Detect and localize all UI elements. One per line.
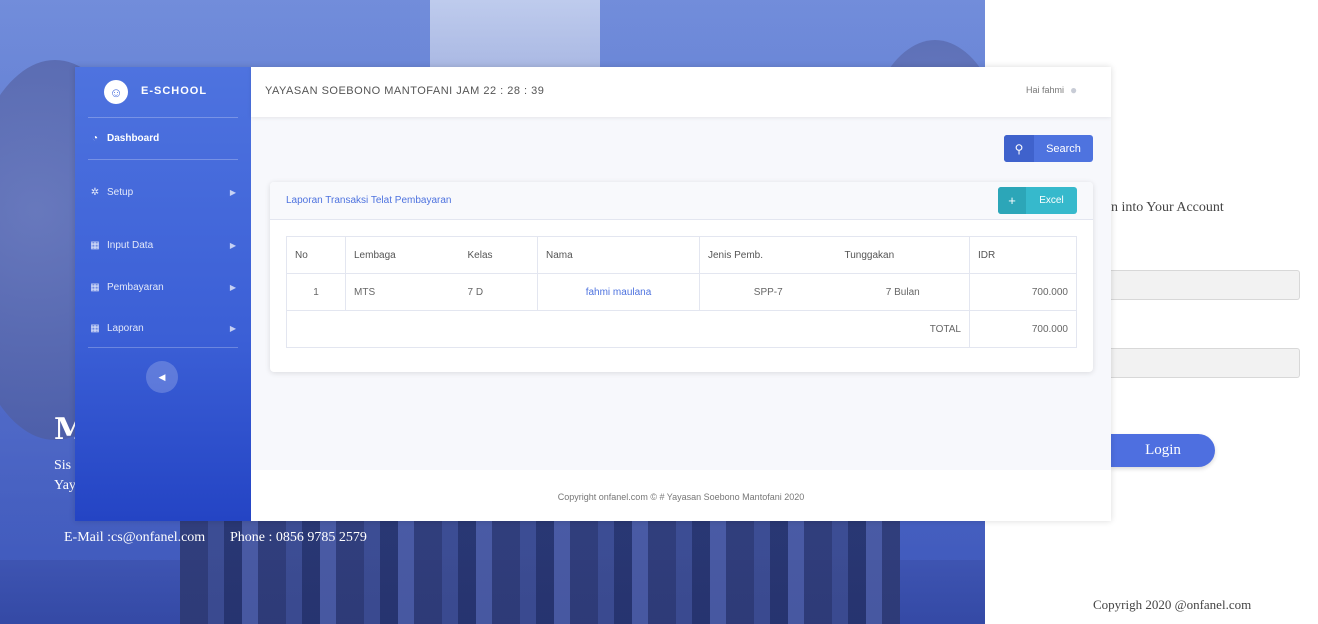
login-subtitle: n into Your Account bbox=[1111, 200, 1224, 215]
sidebar-item-setup[interactable]: ✲ Setup ▶ bbox=[88, 181, 238, 203]
table-total-row: TOTAL 700.000 bbox=[286, 310, 1077, 348]
sidebar-item-pembayaran[interactable]: ▦ Pembayaran ▶ bbox=[88, 276, 238, 298]
topbar: YAYASAN SOEBONO MANTOFANI JAM 22 : 28 : … bbox=[251, 67, 1111, 117]
sidebar-divider bbox=[88, 117, 238, 118]
total-label: TOTAL bbox=[286, 310, 970, 348]
sidebar-item-dashboard[interactable]: ◔ Dashboard bbox=[88, 127, 238, 149]
excel-button-label: Excel bbox=[1039, 195, 1064, 206]
chevron-left-icon: ◀ bbox=[158, 371, 166, 382]
cell-jenis: SPP-7 bbox=[699, 273, 837, 311]
table-row: 1 MTS 7 D fahmi maulana SPP-7 7 Bulan 70… bbox=[286, 273, 1077, 311]
sidebar-divider bbox=[88, 347, 238, 348]
cell-no: 1 bbox=[286, 273, 346, 311]
password-field[interactable] bbox=[1111, 348, 1300, 378]
sidebar-item-label: Input Data bbox=[107, 239, 154, 251]
sidebar-divider bbox=[88, 159, 238, 160]
sidebar-item-label: Pembayaran bbox=[107, 281, 164, 293]
column-header-tunggakan: Tunggakan bbox=[836, 236, 970, 274]
chevron-right-icon: ▶ bbox=[229, 187, 236, 197]
sidebar-item-label: Laporan bbox=[107, 322, 144, 334]
hero-subtitle-2: Yay bbox=[54, 478, 76, 493]
report-card-header: Laporan Transaksi Telat Pembayaran + Exc… bbox=[270, 182, 1093, 220]
column-header-jenis: Jenis Pemb. bbox=[699, 236, 837, 274]
column-header-nama: Nama bbox=[537, 236, 700, 274]
tachometer-icon: ◔ bbox=[91, 132, 99, 144]
cell-tunggakan: 7 Bulan bbox=[836, 273, 970, 311]
sidebar-item-laporan[interactable]: ▦ Laporan ▶ bbox=[88, 317, 238, 339]
plus-icon: + bbox=[998, 187, 1026, 214]
chevron-right-icon: ▶ bbox=[229, 323, 236, 333]
column-header-no: No bbox=[286, 236, 346, 274]
user-avatar-icon[interactable]: ● bbox=[1070, 83, 1084, 97]
footer-copyright: Copyright onfanel.com © # Yayasan Soebon… bbox=[557, 492, 805, 502]
smile-logo-icon: ☺ bbox=[104, 80, 128, 104]
report-table: No Lembaga Kelas Nama Jenis Pemb. Tungga… bbox=[286, 236, 1077, 348]
login-copyright: Copyrigh 2020 @onfanel.com bbox=[1093, 597, 1252, 612]
chevron-right-icon: ▶ bbox=[229, 240, 236, 250]
report-card: Laporan Transaksi Telat Pembayaran + Exc… bbox=[270, 182, 1093, 372]
cell-nama[interactable]: fahmi maulana bbox=[537, 273, 700, 311]
brand-name: E-SCHOOL bbox=[141, 85, 208, 97]
topbar-title: YAYASAN SOEBONO MANTOFANI JAM 22 : 28 : … bbox=[265, 85, 545, 97]
username-field[interactable] bbox=[1111, 270, 1300, 300]
sidebar-toggle-button[interactable]: ◀ bbox=[146, 361, 178, 393]
table-icon: ▦ bbox=[90, 239, 100, 251]
cell-kelas: 7 D bbox=[459, 273, 538, 311]
chevron-right-icon: ▶ bbox=[229, 282, 236, 292]
column-header-kelas: Kelas bbox=[459, 236, 538, 274]
sidebar-item-label: Dashboard bbox=[107, 132, 160, 144]
user-greeting[interactable]: Hai fahmi bbox=[1026, 85, 1064, 95]
building-roof bbox=[430, 0, 600, 70]
column-header-idr: IDR bbox=[969, 236, 1077, 274]
contact-phone: Phone : 0856 9785 2579 bbox=[230, 530, 367, 545]
column-header-lembaga: Lembaga bbox=[345, 236, 460, 274]
table-header-row: No Lembaga Kelas Nama Jenis Pemb. Tungga… bbox=[286, 236, 1077, 274]
report-title: Laporan Transaksi Telat Pembayaran bbox=[286, 195, 452, 206]
search-button-label: Search bbox=[1046, 142, 1081, 155]
login-button[interactable]: Login bbox=[1111, 434, 1215, 467]
gear-icon: ✲ bbox=[90, 186, 100, 198]
sidebar: ☺ E-SCHOOL ◔ Dashboard ✲ Setup ▶ ▦ Input… bbox=[75, 67, 251, 521]
table-icon: ▦ bbox=[90, 281, 100, 293]
footer: Copyright onfanel.com © # Yayasan Soebon… bbox=[251, 470, 1111, 521]
app-window: ☺ E-SCHOOL ◔ Dashboard ✲ Setup ▶ ▦ Input… bbox=[75, 67, 1111, 521]
excel-export-button[interactable]: + Excel bbox=[998, 187, 1077, 214]
search-icon: ⚲ bbox=[1004, 135, 1034, 162]
brand[interactable]: ☺ E-SCHOOL bbox=[75, 67, 251, 117]
sidebar-item-input-data[interactable]: ▦ Input Data ▶ bbox=[88, 234, 238, 256]
total-value: 700.000 bbox=[969, 310, 1077, 348]
sidebar-item-label: Setup bbox=[107, 186, 134, 198]
hero-subtitle: Sis bbox=[54, 458, 72, 473]
table-icon: ▦ bbox=[90, 322, 100, 334]
search-button[interactable]: ⚲ Search bbox=[1004, 135, 1093, 162]
contact-email: E-Mail :cs@onfanel.com bbox=[64, 530, 206, 545]
cell-idr: 700.000 bbox=[969, 273, 1077, 311]
cell-lembaga: MTS bbox=[345, 273, 460, 311]
